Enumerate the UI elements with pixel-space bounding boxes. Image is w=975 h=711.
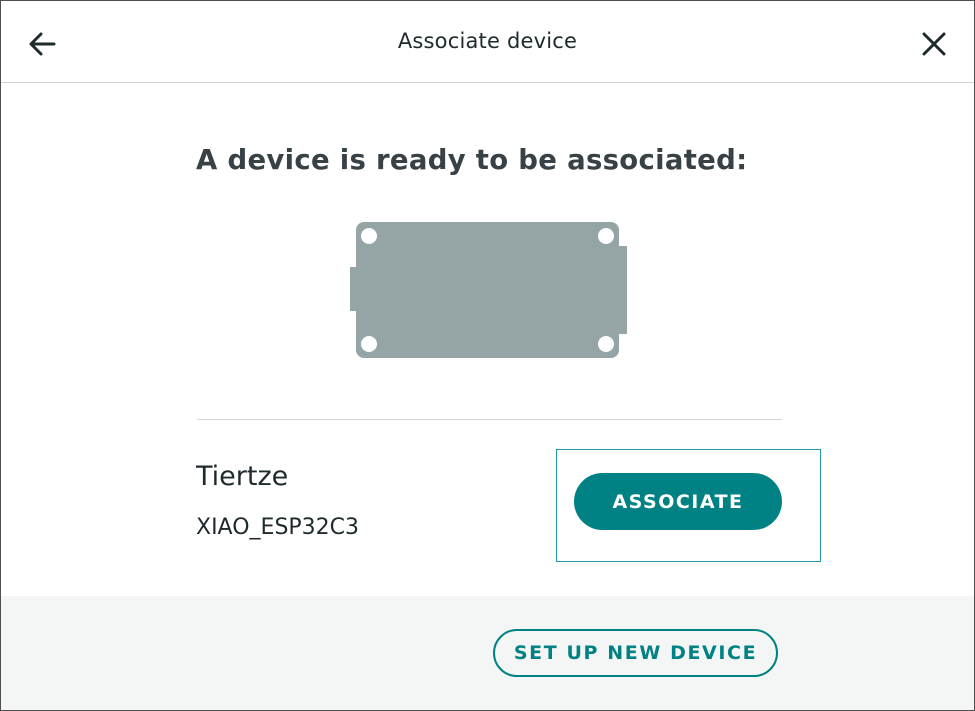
- ready-heading: A device is ready to be associated:: [196, 144, 748, 176]
- dialog-title: Associate device: [397, 29, 578, 53]
- dialog-header: Associate device: [1, 1, 974, 83]
- device-name: Tiertze: [196, 461, 289, 492]
- close-icon: [922, 32, 946, 56]
- device-type: XIAO_ESP32C3: [196, 515, 360, 540]
- close-button[interactable]: [915, 25, 953, 63]
- associate-button[interactable]: ASSOCIATE: [574, 473, 782, 530]
- divider: [197, 419, 782, 420]
- board-icon: [350, 222, 627, 358]
- setup-new-device-button[interactable]: SET UP NEW DEVICE: [493, 629, 778, 677]
- dialog-footer: [1, 596, 974, 710]
- associate-device-dialog: Associate device A device is ready to be…: [0, 0, 975, 711]
